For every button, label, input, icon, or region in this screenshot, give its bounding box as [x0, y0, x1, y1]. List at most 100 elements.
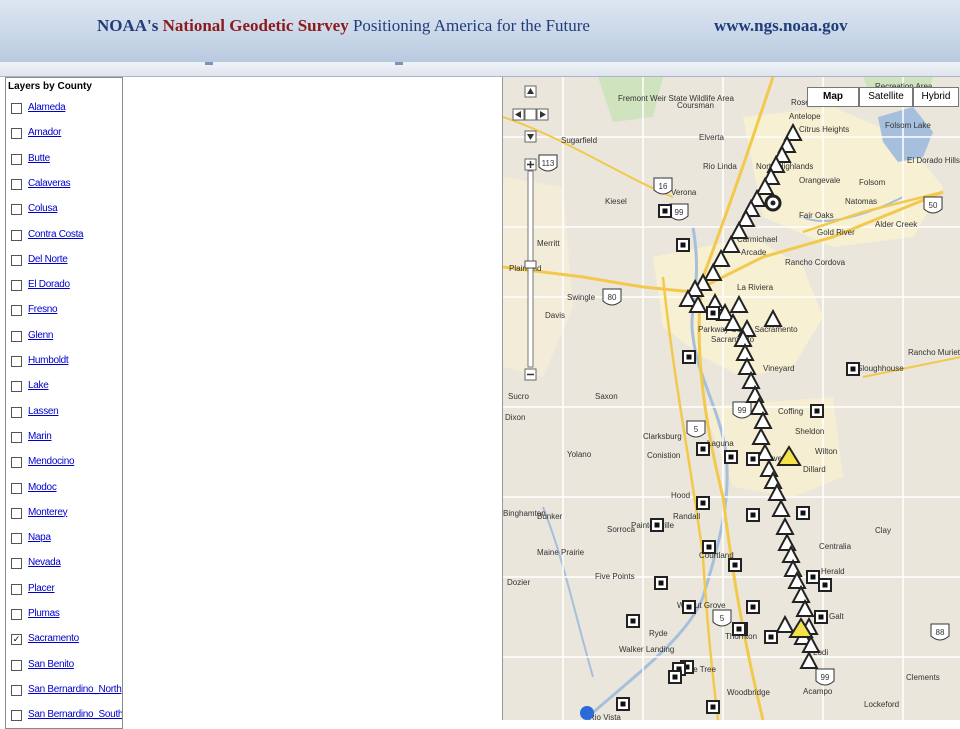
benchmark-triangle-icon[interactable]: [745, 384, 765, 403]
county-link[interactable]: El Dorado: [28, 279, 70, 290]
county-checkbox[interactable]: ✓: [11, 634, 22, 646]
site-url[interactable]: www.ngs.noaa.gov: [714, 16, 848, 36]
county-link[interactable]: Glenn: [28, 330, 53, 341]
place-label: Herald: [821, 567, 845, 576]
station-square-dot: [750, 604, 756, 610]
strip-marker: [395, 62, 403, 65]
map-type-map-button[interactable]: Map: [807, 87, 859, 107]
place-label: Clements: [906, 673, 940, 682]
county-checkbox[interactable]: [11, 533, 22, 545]
county-link[interactable]: Calaveras: [28, 178, 71, 189]
county-checkbox[interactable]: [11, 305, 22, 317]
county-link[interactable]: Marin: [28, 431, 52, 442]
county-checkbox[interactable]: [11, 178, 22, 190]
road-shield-icon: 99: [669, 203, 689, 221]
county-link[interactable]: Del Norte: [28, 254, 68, 265]
county-checkbox[interactable]: [11, 204, 22, 216]
road-shield-icon: 16: [653, 177, 673, 195]
county-link[interactable]: Napa: [28, 532, 51, 543]
place-label: Laguna: [707, 439, 734, 448]
county-link[interactable]: San Benito: [28, 659, 74, 670]
place-label: Dozier: [507, 578, 530, 587]
station-square-dot: [818, 614, 824, 620]
county-checkbox[interactable]: [11, 558, 22, 570]
county-link[interactable]: San Bernardino_North: [28, 684, 122, 695]
county-link[interactable]: Lassen: [28, 406, 59, 417]
road-shield-number: 80: [608, 293, 617, 302]
station-square-dot: [736, 626, 742, 632]
benchmark-triangle-icon[interactable]: [795, 598, 815, 617]
place-label: Davis: [545, 311, 565, 320]
map-type-satellite-button[interactable]: Satellite: [859, 87, 913, 107]
county-checkbox[interactable]: [11, 229, 22, 241]
benchmark-triangle-icon[interactable]: [771, 498, 791, 517]
station-square-dot: [630, 618, 636, 624]
county-link[interactable]: Modoc: [28, 482, 57, 493]
pan-center-button[interactable]: [524, 108, 537, 121]
benchmark-triangle-icon[interactable]: [777, 532, 797, 551]
county-checkbox[interactable]: [11, 431, 22, 443]
county-link[interactable]: Alameda: [28, 102, 66, 113]
county-link[interactable]: Lake: [28, 380, 49, 391]
county-checkbox[interactable]: [11, 356, 22, 367]
zoom-slider-track[interactable]: [527, 170, 534, 368]
station-square-dot: [700, 446, 706, 452]
road-shield-number: 16: [659, 182, 668, 191]
map-view[interactable]: RosevilleCitrus HeightsFolsom LakeAntelo…: [502, 77, 960, 720]
county-checkbox[interactable]: [11, 280, 22, 292]
place-label: Maine Prairie: [537, 548, 585, 557]
place-label: Arcade: [741, 248, 767, 257]
county-checkbox[interactable]: [11, 684, 22, 696]
agency-name: NOAA's: [97, 16, 159, 35]
ngs-name: National Geodetic Survey: [162, 16, 349, 35]
benchmark-triangle-icon[interactable]: [775, 614, 795, 633]
county-checkbox[interactable]: [11, 583, 22, 595]
benchmark-triangle-icon[interactable]: [783, 558, 803, 577]
county-checkbox[interactable]: [11, 609, 22, 620]
county-link[interactable]: Monterey: [28, 507, 68, 518]
county-link[interactable]: Fresno: [28, 304, 58, 315]
location-dot-icon[interactable]: [580, 706, 594, 720]
county-checkbox[interactable]: [11, 659, 22, 671]
benchmark-triangle-icon[interactable]: [791, 584, 811, 603]
county-link[interactable]: Mendocino: [28, 456, 75, 467]
road-shield-icon: 5: [686, 420, 706, 438]
county-link[interactable]: Humboldt: [28, 355, 69, 366]
county-link[interactable]: Placer: [28, 583, 55, 594]
zoom-slider-handle[interactable]: [524, 260, 537, 269]
county-link[interactable]: Sacramento: [28, 633, 79, 644]
station-square-dot: [732, 562, 738, 568]
county-checkbox[interactable]: [11, 103, 22, 114]
county-link[interactable]: Amador: [28, 127, 62, 138]
county-checkbox[interactable]: [11, 507, 22, 519]
county-link[interactable]: Butte: [28, 153, 50, 164]
station-square-dot: [822, 582, 828, 588]
county-link[interactable]: Plumas: [28, 608, 60, 619]
map-canvas[interactable]: RosevilleCitrus HeightsFolsom LakeAntelo…: [503, 77, 960, 720]
county-link[interactable]: Contra Costa: [28, 229, 84, 240]
road-shield-number: 5: [694, 425, 699, 434]
place-label: Yolano: [567, 450, 592, 459]
station-square-dot: [672, 674, 678, 680]
panel-title: Layers by County: [8, 81, 92, 92]
road-shield-icon: 88: [930, 623, 950, 641]
road-shield-icon: 80: [602, 288, 622, 306]
place-label: Citrus Heights: [799, 125, 849, 134]
county-checkbox[interactable]: [11, 330, 22, 342]
banner-title: NOAA's National Geodetic Survey Position…: [97, 16, 590, 36]
place-label: North Highlands: [756, 162, 813, 171]
county-link[interactable]: Colusa: [28, 203, 58, 214]
layers-panel: Layers by County Alameda Amador Butte Calav…: [5, 77, 123, 729]
county-checkbox[interactable]: [11, 482, 22, 494]
county-checkbox[interactable]: [11, 406, 22, 418]
map-type-hybrid-button[interactable]: Hybrid: [913, 87, 959, 107]
county-link[interactable]: Nevada: [28, 557, 61, 568]
place-label: Coffing: [778, 407, 803, 416]
county-checkbox[interactable]: [11, 153, 22, 165]
county-checkbox[interactable]: [11, 254, 22, 266]
county-link[interactable]: San Bernardino_South: [28, 709, 122, 720]
county-checkbox[interactable]: [11, 457, 22, 469]
county-checkbox[interactable]: [11, 381, 22, 393]
benchmark-triangle-icon[interactable]: [775, 516, 795, 535]
county-checkbox[interactable]: [11, 128, 22, 140]
